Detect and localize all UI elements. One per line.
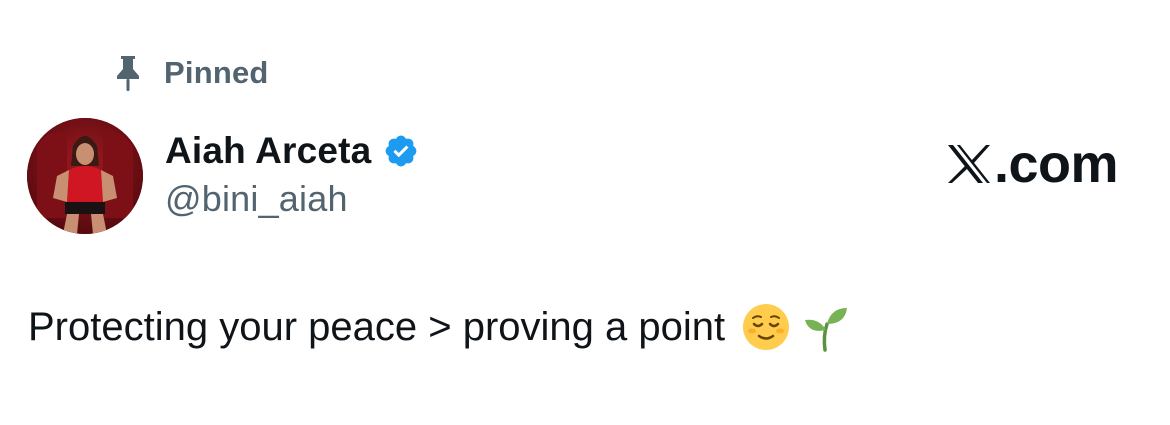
user-handle[interactable]: @bini_aiah: [165, 178, 419, 220]
verified-badge-icon[interactable]: [383, 133, 419, 169]
seedling-emoji: [801, 302, 851, 352]
x-logo-icon: [946, 143, 992, 185]
pin-icon: [112, 53, 144, 93]
avatar[interactable]: [27, 118, 143, 234]
pinned-label: Pinned: [164, 55, 269, 90]
brand-suffix: .com: [993, 134, 1119, 194]
brand-watermark: .com: [946, 134, 1119, 194]
pinned-indicator: Pinned: [112, 52, 269, 94]
tweet-text: Protecting your peace > proving a point: [28, 304, 726, 349]
name-row: Aiah Arceta: [165, 128, 419, 174]
display-name[interactable]: Aiah Arceta: [165, 130, 371, 172]
author-info[interactable]: Aiah Arceta @bini_aiah: [165, 128, 419, 220]
tweet-body: Protecting your peace > proving a point: [28, 302, 851, 352]
relieved-face-emoji: [741, 302, 791, 352]
tweet-card[interactable]: Pinned Aiah Arceta @bini_aiah .com Prote…: [0, 0, 1170, 425]
